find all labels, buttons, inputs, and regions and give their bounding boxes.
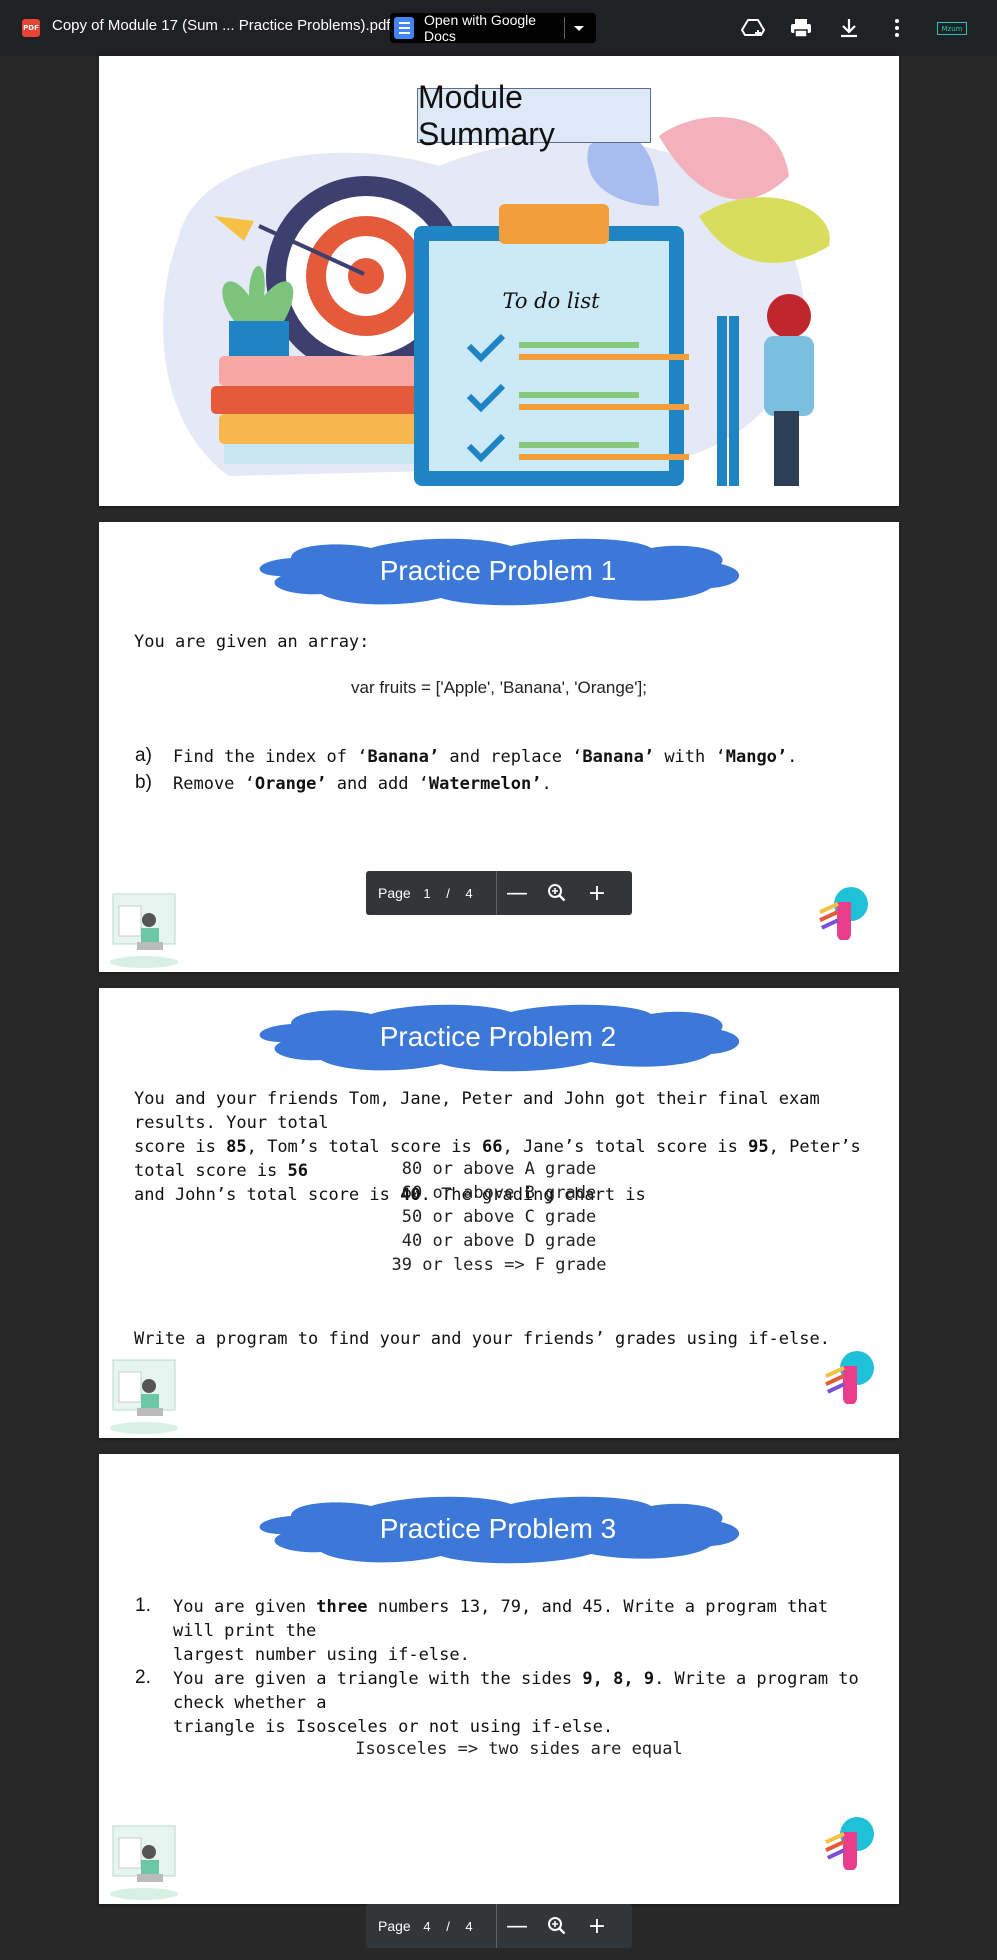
grade-line-b: 60 or above B grade [401,1183,597,1203]
add-to-drive-icon[interactable] [740,16,766,40]
page-label: Page [378,885,411,901]
page-navigation-bar-bottom: Page 4 / 4 — + [366,1904,632,1948]
grade-line-c: 50 or above C grade [401,1207,597,1227]
zoom-fit-icon[interactable] [537,1904,577,1948]
grade-line-a: 80 or above A grade [401,1159,597,1179]
page-separator: / [446,1918,450,1934]
practice-problem-2-banner: Practice Problem 2 [251,1002,745,1072]
extension-badge[interactable]: Mzum [937,22,967,35]
problem-2-task: Write a program to find your and your fr… [134,1329,830,1349]
practice-problem-2-title: Practice Problem 2 [379,1021,617,1052]
page-label: Page [378,1918,411,1934]
grade-line-f: 39 or less => F grade [391,1255,607,1275]
problem-1-item-a: Find the index of ‘Banana’ and replace ‘… [173,747,798,767]
slide-module-summary: To do list Module Summary [99,56,899,506]
problem-1-intro: You are given an array: [134,632,370,652]
practice-problem-3-title: Practice Problem 3 [379,1513,617,1544]
total-pages: 4 [465,1918,473,1934]
fruits-array-code: var fruits = ['Apple', 'Banana', 'Orange… [351,678,647,697]
open-with-divider [564,17,565,39]
todo-heading: To do list [502,289,600,313]
list-number-1: 1. [135,1595,151,1616]
zoom-out-icon[interactable]: — [497,1904,537,1948]
open-with-google-docs-button[interactable]: Open with Google Docs [390,12,596,44]
print-icon[interactable] [789,16,813,40]
isosceles-note: Isosceles => two sides are equal [355,1739,683,1759]
brand-logo [819,887,868,940]
practice-problem-3-banner: Practice Problem 3 [251,1494,745,1564]
list-number-2: 2. [135,1667,151,1688]
list-marker-a: a) [135,745,152,766]
module-summary-title: Module Summary [417,79,651,152]
current-page-input[interactable]: 1 [416,886,438,901]
chevron-down-icon[interactable] [574,25,584,31]
brand-logo [825,1817,874,1870]
zoom-fit-icon[interactable] [537,871,577,915]
pdf-file-icon: PDF [22,19,40,37]
current-page-input[interactable]: 4 [416,1919,438,1934]
zoom-out-icon[interactable]: — [497,871,537,915]
page-separator: / [446,885,450,901]
slide-practice-problem-2: Practice Problem 2 You and your friends … [99,988,899,1438]
download-icon[interactable] [837,16,861,40]
zoom-in-icon[interactable]: + [577,1904,617,1948]
page-navigation-bar: Page 1 / 4 — + [366,871,632,915]
student-laptop-illustration [110,893,178,968]
total-pages: 4 [465,885,473,901]
pdf-viewer-toolbar: PDF Copy of Module 17 (Sum ... Practice … [0,0,997,56]
practice-problem-1-title: Practice Problem 1 [379,555,617,586]
document-title: Copy of Module 17 (Sum ... Practice Prob… [52,17,391,34]
problem-3-item-1: You are given three numbers 13, 79, and … [173,1597,829,1665]
zoom-in-icon[interactable]: + [577,871,617,915]
open-with-label: Open with Google Docs [424,12,537,44]
problem-3-item-2: You are given a triangle with the sides … [173,1669,859,1737]
grade-line-d: 40 or above D grade [401,1231,597,1251]
module-summary-illustration: To do list [163,116,830,486]
student-laptop-illustration [110,1825,178,1900]
list-marker-b: b) [135,772,152,793]
brand-logo [825,1351,874,1404]
problem-1-item-b: Remove ‘Orange’ and add ‘Watermelon’. [173,774,552,794]
more-options-icon[interactable] [885,16,909,40]
practice-problem-1-banner: Practice Problem 1 [251,536,745,606]
google-docs-icon [394,17,414,39]
slide-practice-problem-3: Practice Problem 3 1. You are given thre… [99,1454,899,1904]
student-laptop-illustration [110,1359,178,1434]
